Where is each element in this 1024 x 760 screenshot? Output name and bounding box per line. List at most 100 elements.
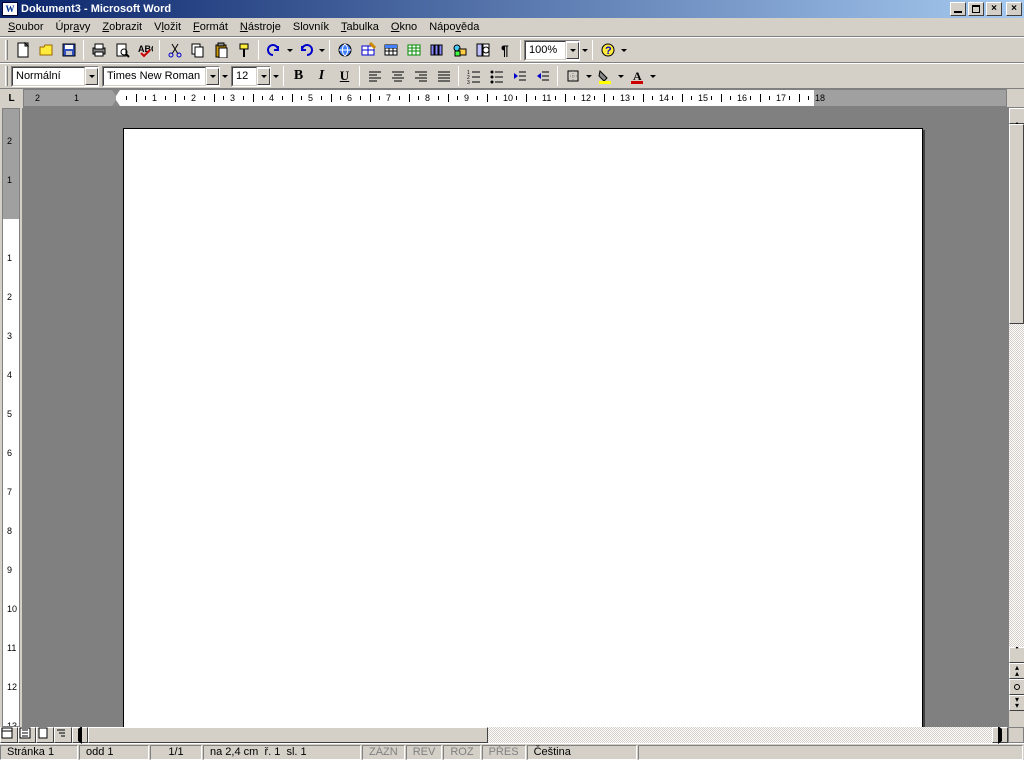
toolbar-grip[interactable] xyxy=(5,40,8,60)
size-dropdown[interactable] xyxy=(271,65,280,87)
font-size-combo[interactable]: 12 xyxy=(231,66,271,87)
redo-button[interactable] xyxy=(294,39,317,61)
highlight-button[interactable] xyxy=(593,65,616,87)
columns-button[interactable] xyxy=(425,39,448,61)
align-justify-button[interactable] xyxy=(432,65,455,87)
status-page: Stránka 1 xyxy=(0,745,78,760)
document-page[interactable] xyxy=(123,128,923,727)
vertical-ruler[interactable]: 211234567891011121314 xyxy=(0,108,23,727)
cut-button[interactable] xyxy=(163,39,186,61)
standard-toolbar: ABC ¶ 100% ? xyxy=(0,37,1024,63)
show-formatting-button[interactable]: ¶ xyxy=(494,39,517,61)
document-map-button[interactable] xyxy=(471,39,494,61)
help-button[interactable]: ? xyxy=(596,39,619,61)
redo-dropdown[interactable] xyxy=(317,39,326,61)
menu-window[interactable]: Okno xyxy=(385,19,423,35)
menu-dictionary[interactable]: Slovník xyxy=(287,19,335,35)
horizontal-ruler-area: L 21123456789101112131415161718 xyxy=(0,89,1024,108)
align-center-button[interactable] xyxy=(386,65,409,87)
hyperlink-button[interactable] xyxy=(333,39,356,61)
status-ovr[interactable]: PŘES xyxy=(482,745,526,760)
svg-text:¶: ¶ xyxy=(501,42,509,58)
save-button[interactable] xyxy=(57,39,80,61)
undo-dropdown[interactable] xyxy=(285,39,294,61)
dropdown-icon[interactable] xyxy=(257,68,270,85)
font-dropdown[interactable] xyxy=(220,65,229,87)
menu-view[interactable]: Zobrazit xyxy=(96,19,148,35)
borders-dropdown[interactable] xyxy=(584,65,593,87)
decrease-indent-button[interactable] xyxy=(508,65,531,87)
status-pages: 1/1 xyxy=(150,745,202,760)
next-page-button[interactable]: ▾▾ xyxy=(1009,695,1024,711)
paste-button[interactable] xyxy=(209,39,232,61)
close-button[interactable]: × xyxy=(1006,2,1022,16)
print-button[interactable] xyxy=(87,39,110,61)
svg-text:ABC: ABC xyxy=(138,44,153,54)
mdi-close-button[interactable]: × xyxy=(986,2,1002,16)
bold-button[interactable]: B xyxy=(287,65,310,87)
zoom-extra-dropdown[interactable] xyxy=(580,39,589,61)
dropdown-icon[interactable] xyxy=(206,68,219,85)
drawing-button[interactable] xyxy=(448,39,471,61)
undo-button[interactable] xyxy=(262,39,285,61)
print-preview-button[interactable] xyxy=(110,39,133,61)
insert-table-button[interactable] xyxy=(379,39,402,61)
scroll-thumb[interactable] xyxy=(1009,124,1024,324)
window-title: Dokument3 - Microsoft Word xyxy=(21,3,171,15)
numbered-list-button[interactable]: 123 xyxy=(462,65,485,87)
highlight-dropdown[interactable] xyxy=(616,65,625,87)
style-combo[interactable]: Normální xyxy=(11,66,99,87)
format-painter-button[interactable] xyxy=(232,39,255,61)
menu-help[interactable]: Nápověda xyxy=(423,19,485,35)
toolbar-grip[interactable] xyxy=(5,66,8,86)
status-ext[interactable]: ROZ xyxy=(443,745,480,760)
new-button[interactable] xyxy=(11,39,34,61)
align-right-button[interactable] xyxy=(409,65,432,87)
spellcheck-button[interactable]: ABC xyxy=(133,39,156,61)
horizontal-ruler[interactable]: 21123456789101112131415161718 xyxy=(23,89,1007,107)
status-section: odd 1 xyxy=(79,745,149,760)
zoom-combo[interactable]: 100% xyxy=(524,40,580,61)
open-button[interactable] xyxy=(34,39,57,61)
copy-button[interactable] xyxy=(186,39,209,61)
font-combo[interactable]: Times New Roman xyxy=(102,66,220,87)
menu-format[interactable]: Formát xyxy=(187,19,234,35)
align-left-button[interactable] xyxy=(363,65,386,87)
svg-text:3: 3 xyxy=(467,80,470,84)
font-color-dropdown[interactable] xyxy=(648,65,657,87)
status-rec[interactable]: ZÁZN xyxy=(362,745,405,760)
formatting-toolbar: Normální Times New Roman 12 B I U 123 A xyxy=(0,63,1024,89)
underline-button[interactable]: U xyxy=(333,65,356,87)
italic-button[interactable]: I xyxy=(310,65,333,87)
zoom-dropdown-icon[interactable] xyxy=(566,42,579,59)
bullet-list-button[interactable] xyxy=(485,65,508,87)
increase-indent-button[interactable] xyxy=(531,65,554,87)
menu-file[interactable]: Soubor xyxy=(2,19,49,35)
menu-edit[interactable]: Úpravy xyxy=(49,19,96,35)
status-bar: Stránka 1 odd 1 1/1 na 2,4 cm ř. 1 sl. 1… xyxy=(0,743,1024,760)
tables-borders-button[interactable] xyxy=(356,39,379,61)
menu-insert[interactable]: Vložit xyxy=(148,19,187,35)
tab-selector[interactable]: L xyxy=(0,89,23,108)
dropdown-icon[interactable] xyxy=(85,68,98,85)
restore-button[interactable] xyxy=(968,2,984,16)
font-value: Times New Roman xyxy=(107,70,200,82)
font-color-button[interactable]: A xyxy=(625,65,648,87)
zoom-value: 100% xyxy=(529,44,557,56)
borders-button[interactable] xyxy=(561,65,584,87)
document-viewport[interactable] xyxy=(23,108,1008,727)
vertical-scrollbar[interactable]: ▴▴ ▾▾ xyxy=(1008,108,1024,727)
status-language[interactable]: Čeština xyxy=(527,745,637,760)
font-size-value: 12 xyxy=(236,70,248,82)
help-dropdown[interactable] xyxy=(619,39,628,61)
status-rev[interactable]: REV xyxy=(406,745,443,760)
menu-table[interactable]: Tabulka xyxy=(335,19,385,35)
excel-button[interactable] xyxy=(402,39,425,61)
menu-tools[interactable]: Nástroje xyxy=(234,19,287,35)
minimize-button[interactable] xyxy=(950,2,966,16)
scroll-up-button[interactable] xyxy=(1009,108,1024,124)
scroll-down-button[interactable] xyxy=(1009,647,1024,663)
scroll-track[interactable] xyxy=(1009,124,1024,647)
prev-page-button[interactable]: ▴▴ xyxy=(1009,663,1024,679)
browse-object-button[interactable] xyxy=(1009,679,1024,695)
